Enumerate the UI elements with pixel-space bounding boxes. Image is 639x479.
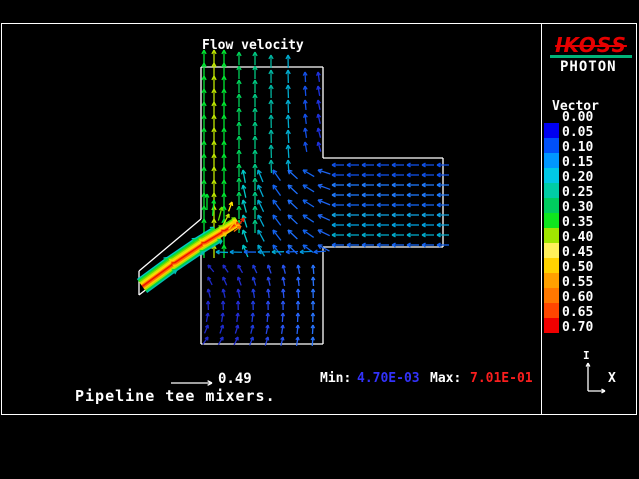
legend-value: 0.05 <box>562 125 593 140</box>
max-label: Max: <box>430 372 461 385</box>
legend-swatch <box>544 183 559 198</box>
legend-value: 0.30 <box>562 200 593 215</box>
legend-value: 0.45 <box>562 245 593 260</box>
plot-caption: Pipeline tee mixers. <box>75 389 276 404</box>
vendor-logo: IKOSS <box>549 33 633 57</box>
max-value: 7.01E-01 <box>470 372 533 385</box>
legend-swatch <box>544 258 559 273</box>
legend-swatch <box>544 303 559 318</box>
legend-value: 0.55 <box>562 275 593 290</box>
panel-divider <box>541 24 542 414</box>
legend-value: 0.60 <box>562 290 593 305</box>
legend-value: 0.10 <box>562 140 593 155</box>
legend-swatch <box>544 318 559 333</box>
legend-swatch <box>544 213 559 228</box>
legend-swatch <box>544 288 559 303</box>
legend-swatch <box>544 243 559 258</box>
legend-swatch <box>544 198 559 213</box>
plot-title: Flow velocity <box>202 39 304 52</box>
legend-swatch <box>544 168 559 183</box>
vertical-axis-label: I <box>583 350 590 361</box>
legend-swatch <box>544 138 559 153</box>
legend-value: 0.00 <box>562 110 593 125</box>
min-value: 4.70E-03 <box>357 372 420 385</box>
legend-value: 0.65 <box>562 305 593 320</box>
legend-swatch <box>544 123 559 138</box>
legend-value: 0.25 <box>562 185 593 200</box>
legend-value: 0.35 <box>562 215 593 230</box>
legend-value: 0.15 <box>562 155 593 170</box>
legend-value: 0.70 <box>562 320 593 335</box>
photon-window: Flow velocity 0.49 Min: 4.70E-03 Max: 7.… <box>0 0 639 479</box>
min-label: Min: <box>320 372 351 385</box>
app-name: PHOTON <box>560 60 617 74</box>
horizontal-axis-label: X <box>608 372 616 385</box>
reference-vector-value: 0.49 <box>218 372 252 386</box>
legend-value: 0.20 <box>562 170 593 185</box>
legend-swatch <box>544 228 559 243</box>
legend-value: 0.50 <box>562 260 593 275</box>
legend-value: 0.40 <box>562 230 593 245</box>
legend-swatch <box>544 273 559 288</box>
legend-swatch <box>544 153 559 168</box>
logo-underline <box>550 55 632 58</box>
